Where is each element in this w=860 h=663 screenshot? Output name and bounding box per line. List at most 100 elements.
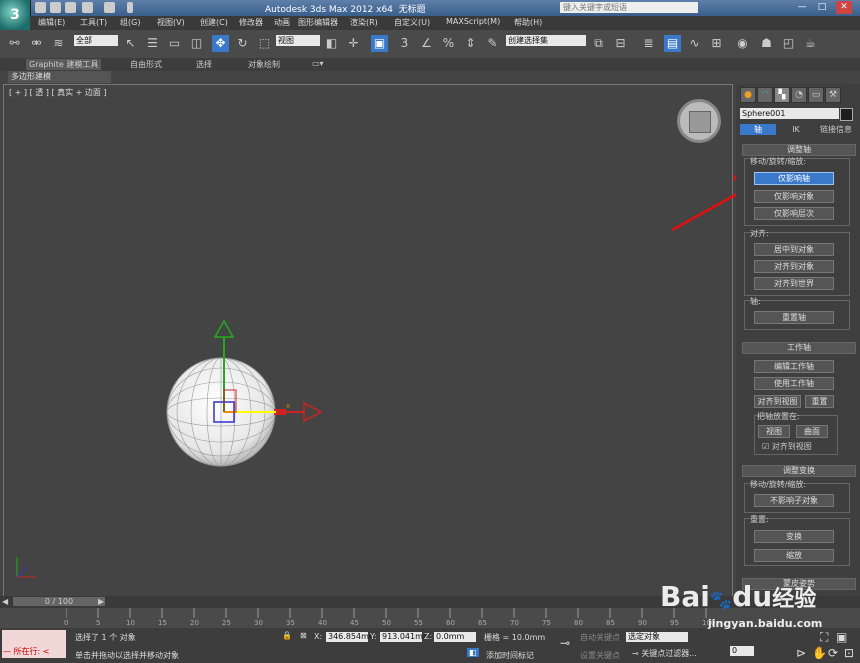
open-file-icon[interactable] (50, 2, 61, 13)
align-to-view-checkbox[interactable]: ☑ 对齐到视图 (762, 441, 812, 452)
key-filters-button[interactable]: ⊸ 关键点过滤器... (632, 648, 697, 659)
menu-help[interactable]: 帮助(H) (514, 17, 542, 28)
align-icon[interactable]: ⊟ (612, 35, 629, 52)
material-editor-icon[interactable]: ◉ (734, 35, 751, 52)
menu-graph-editors[interactable]: 图形编辑器 (298, 17, 338, 28)
selected-set-dropdown[interactable]: 选定对象 (626, 632, 688, 642)
redo-icon[interactable] (104, 2, 115, 13)
undo-icon[interactable] (82, 2, 93, 13)
field-of-view-icon[interactable]: ⊳ (796, 646, 806, 660)
window-crossing-icon[interactable]: ◫ (188, 35, 205, 52)
select-and-move-icon[interactable]: ✥ (212, 35, 229, 52)
tab-freeform[interactable]: 自由形式 (130, 59, 162, 70)
working-pivot-rollout-header[interactable]: 工作轴 (742, 342, 856, 354)
percent-snap-icon[interactable]: % (440, 35, 457, 52)
orbit-icon[interactable]: ⟳ (828, 646, 838, 660)
time-tag-icon[interactable]: ◧ (467, 648, 479, 657)
motion-tab-icon[interactable]: ◔ (791, 87, 807, 103)
reset-transform-button[interactable]: 变换 (754, 530, 834, 543)
bind-space-warp-icon[interactable]: ≋ (50, 35, 67, 52)
search-input[interactable]: 键入关键字或短语 (560, 2, 698, 13)
viewport-label[interactable]: [ + ] [ 透 ] [ 真实 + 边面 ] (9, 87, 107, 98)
lock-selection-icon[interactable]: 🔒 (282, 631, 292, 640)
app-menu-button[interactable]: 3 (0, 0, 31, 30)
snaps-toggle-icon[interactable]: 3 (396, 35, 413, 52)
rendered-frame-icon[interactable]: ◰ (780, 35, 797, 52)
absolute-mode-icon[interactable]: ⊠ (300, 631, 307, 640)
angle-snap-icon[interactable]: ∠ (418, 35, 435, 52)
y-coordinate-field[interactable]: 913.041mr (380, 632, 426, 642)
tab-selection[interactable]: 选择 (196, 59, 212, 70)
unlink-icon[interactable]: ⚮ (28, 35, 45, 52)
menu-animation[interactable]: 动画 (274, 17, 290, 28)
hierarchy-tab-icon[interactable]: ▚ (774, 87, 790, 103)
new-file-icon[interactable] (35, 2, 46, 13)
modify-tab-icon[interactable]: ◠ (757, 87, 773, 103)
menu-customize[interactable]: 自定义(U) (394, 17, 430, 28)
tab-object-paint[interactable]: 对象绘制 (248, 59, 280, 70)
curve-editor-icon[interactable]: ∿ (686, 35, 703, 52)
menu-create[interactable]: 创建(C) (200, 17, 228, 28)
time-prev-icon[interactable]: ◀ (2, 597, 8, 606)
menu-tools[interactable]: 工具(T) (80, 17, 107, 28)
affect-pivot-only-button[interactable]: 仅影响轴 (754, 172, 834, 185)
mirror-icon[interactable]: ⧉ (590, 35, 607, 52)
maximize-toggle-icon[interactable]: ⊡ (844, 646, 854, 660)
menu-rendering[interactable]: 渲染(R) (350, 17, 378, 28)
menu-maxscript[interactable]: MAXScript(M) (446, 17, 500, 26)
align-to-view-button[interactable]: 对齐到视图 (754, 395, 801, 408)
select-and-rotate-icon[interactable]: ↻ (234, 35, 251, 52)
tab-ik[interactable]: IK (778, 124, 814, 135)
key-icon[interactable]: ⊸ (560, 636, 570, 650)
auto-key-button[interactable]: 自动关键点 (580, 632, 620, 643)
menu-edit[interactable]: 编辑(E) (38, 17, 65, 28)
close-button[interactable]: ✕ (836, 1, 852, 14)
align-to-world-button[interactable]: 对齐到世界 (754, 277, 834, 290)
reference-coordinate-dropdown[interactable]: 视图 (276, 35, 320, 46)
maximize-viewport-icon[interactable]: ▣ (836, 630, 847, 644)
add-time-tag[interactable]: 添加时间标记 (486, 650, 534, 661)
z-coordinate-field[interactable]: 0.0mm (434, 632, 476, 642)
pan-icon[interactable]: ✋ (812, 646, 827, 660)
affect-object-only-button[interactable]: 仅影响对象 (754, 190, 834, 203)
use-working-pivot-button[interactable]: 使用工作轴 (754, 377, 834, 390)
sphere-with-gizmo[interactable]: x (159, 315, 329, 475)
use-pivot-center-icon[interactable]: ◧ (323, 35, 340, 52)
current-frame-field[interactable]: 0 (730, 646, 754, 656)
graphite-toggle-icon[interactable]: ▤ (664, 35, 681, 52)
align-to-object-button[interactable]: 对齐到对象 (754, 260, 834, 273)
layer-manager-icon[interactable]: ≣ (640, 35, 657, 52)
spinner-snap-icon[interactable]: ⇕ (462, 35, 479, 52)
zoom-extents-icon[interactable]: ⛶ (820, 630, 828, 645)
link-icon[interactable]: ⚯ (6, 35, 23, 52)
place-surface-button[interactable]: 曲面 (796, 425, 828, 438)
create-tab-icon[interactable]: ● (740, 87, 756, 103)
x-coordinate-field[interactable]: 346.854mr (326, 632, 372, 642)
menu-group[interactable]: 组(G) (120, 17, 140, 28)
utilities-tab-icon[interactable]: ⚒ (825, 87, 841, 103)
save-file-icon[interactable] (65, 2, 76, 13)
named-selection-dropdown[interactable]: 创建选择集 (506, 35, 586, 46)
selection-filter-dropdown[interactable]: 全部 (74, 35, 118, 46)
select-and-scale-icon[interactable]: ⬚ (256, 35, 273, 52)
adjust-transform-rollout-header[interactable]: 调整变换 (742, 465, 856, 477)
reset-pivot-button[interactable]: 重置轴 (754, 311, 834, 324)
render-icon[interactable]: ☕ (802, 35, 819, 52)
quick-access-dropdown-icon[interactable] (127, 2, 133, 13)
adjust-pivot-rollout-header[interactable]: 调整轴 (742, 144, 856, 156)
reset-scale-button[interactable]: 缩放 (754, 549, 834, 562)
ribbon-options-icon[interactable]: ▭▾ (312, 59, 324, 68)
dont-affect-children-button[interactable]: 不影响子对象 (754, 494, 834, 507)
tab-graphite-modeling[interactable]: Graphite 建模工具 (26, 59, 102, 70)
select-and-manipulate-icon[interactable]: ✛ (345, 35, 362, 52)
set-key-button[interactable]: 设置关键点 (580, 650, 620, 661)
edit-named-selection-icon[interactable]: ✎ (484, 35, 501, 52)
perspective-viewport[interactable]: [ + ] [ 透 ] [ 真实 + 边面 ] x (3, 84, 733, 598)
time-next-icon[interactable]: ▶ (98, 597, 104, 606)
menu-views[interactable]: 视图(V) (157, 17, 185, 28)
keyboard-shortcut-override-icon[interactable]: ▣ (371, 35, 388, 52)
center-to-object-button[interactable]: 居中到对象 (754, 243, 834, 256)
infocenter-icons[interactable] (700, 2, 760, 13)
select-object-icon[interactable]: ↖ (122, 35, 139, 52)
display-tab-icon[interactable]: ▭ (808, 87, 824, 103)
